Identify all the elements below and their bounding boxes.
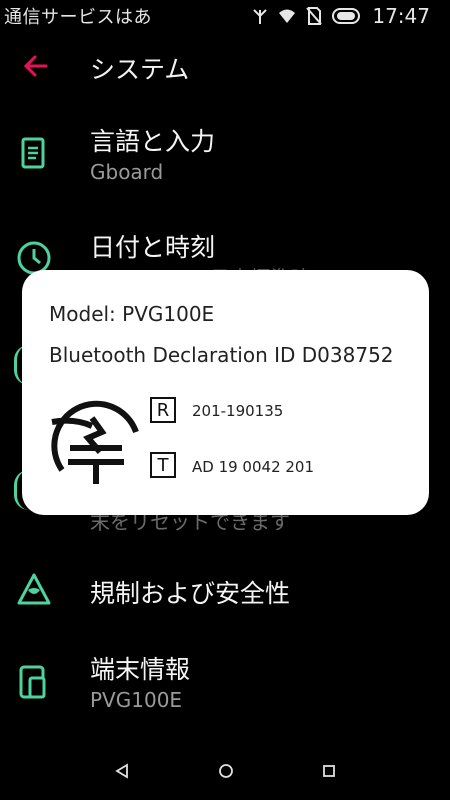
list-item-subtitle: Gboard (90, 160, 164, 184)
antenna-icon (252, 7, 268, 25)
list-item-title: 端末情報 (90, 655, 191, 684)
regulatory-dialog: Model: PVG100E Bluetooth Declaration ID … (22, 270, 429, 515)
clock-icon (16, 240, 51, 275)
wifi-icon (278, 7, 296, 25)
list-item-title: 規制および安全性 (90, 579, 291, 608)
model-text: Model: PVG100E (49, 302, 215, 326)
status-icons: 17:47 (252, 4, 430, 28)
device-icon (16, 664, 50, 699)
document-icon (16, 136, 50, 170)
warning-shield-icon (16, 572, 51, 606)
list-item-title: 日付と時刻 (90, 233, 216, 262)
battery-icon (332, 8, 362, 24)
list-item-title: 言語と入力 (90, 127, 216, 156)
t-mark-box: T (150, 452, 176, 478)
r-certification-number: 201-190135 (192, 402, 284, 420)
back-nav-button[interactable] (114, 762, 130, 783)
list-item-device-info[interactable]: 端末情報 PVG100E (0, 640, 450, 730)
r-mark-box: R (150, 397, 176, 423)
navigation-bar (0, 745, 450, 800)
page-title: システム (90, 55, 190, 84)
home-nav-button[interactable] (218, 763, 234, 783)
back-arrow-icon[interactable] (22, 52, 50, 80)
giteki-mark-icon (44, 392, 142, 490)
t-certification-number: AD 19 0042 201 (192, 458, 315, 476)
list-item-subtitle: PVG100E (90, 688, 183, 712)
no-sim-icon (306, 7, 323, 25)
list-item-language-input[interactable]: 言語と入力 Gboard (0, 110, 450, 200)
status-time: 17:47 (372, 4, 430, 28)
list-item-date-time[interactable]: 日付と時刻 日本標準時 (0, 218, 450, 290)
bluetooth-declaration-text: Bluetooth Declaration ID D038752 (49, 343, 394, 367)
toolbar: システム (0, 32, 450, 100)
recents-nav-button[interactable] (322, 763, 336, 782)
status-notification-text: 通信サービスはあ (4, 7, 152, 28)
list-item-regulatory-safety[interactable]: 規制および安全性 (0, 558, 450, 618)
status-bar: 通信サービスはあ 17:47 (0, 0, 450, 32)
